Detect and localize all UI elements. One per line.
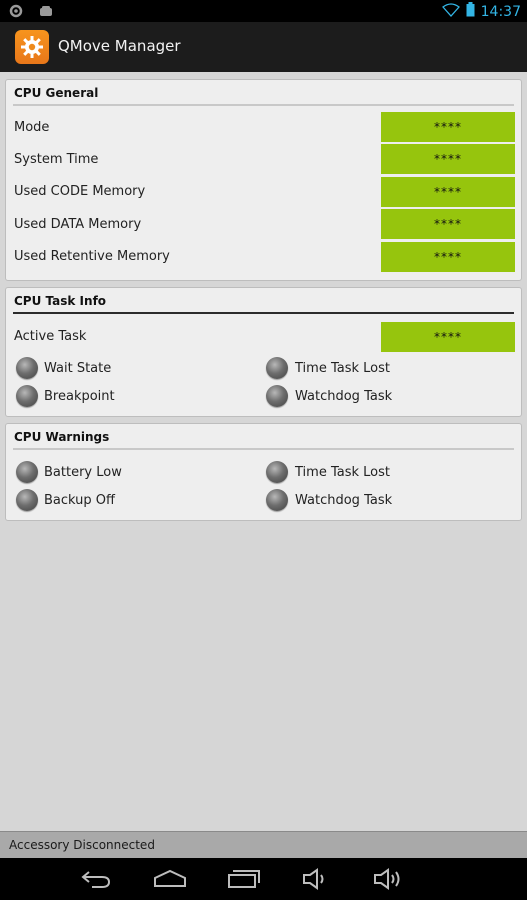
status-bar: 14:37 [0, 0, 527, 22]
active-task-label: Active Task [14, 329, 87, 344]
watchdog-task-label: Watchdog Task [295, 493, 393, 508]
time-task-lost-led-icon [266, 357, 288, 379]
battery-icon [466, 2, 475, 21]
app-title: QMove Manager [58, 37, 181, 55]
wifi-icon [441, 2, 460, 21]
cpu-general-panel: CPU General Mode **** System Time **** U… [5, 79, 522, 281]
wait-state-led-icon [16, 357, 38, 379]
mode-label: Mode [14, 120, 50, 135]
recent-apps-icon[interactable] [224, 866, 264, 892]
cpu-warnings-panel: CPU Warnings Battery Low Time Task Lost … [5, 423, 522, 521]
volume-down-icon[interactable] [296, 866, 336, 892]
home-icon[interactable] [150, 866, 190, 892]
action-bar: QMove Manager [0, 22, 527, 72]
navigation-bar [0, 858, 527, 900]
breakpoint-led-icon [16, 385, 38, 407]
cpu-task-info-panel: CPU Task Info Active Task **** Wait Stat… [5, 287, 522, 417]
settings-icon [8, 3, 24, 23]
active-task-value: **** [381, 322, 515, 352]
used-data-memory-value: **** [381, 209, 515, 239]
panel-title: CPU Task Info [14, 294, 107, 308]
used-data-memory-label: Used DATA Memory [14, 217, 142, 232]
breakpoint-label: Breakpoint [44, 389, 115, 404]
divider [13, 104, 514, 106]
panel-title: CPU General [14, 86, 99, 100]
divider [13, 312, 514, 314]
panel-title: CPU Warnings [14, 430, 110, 444]
backup-off-led-icon [16, 489, 38, 511]
wait-state-label: Wait State [44, 361, 112, 376]
back-icon[interactable] [76, 866, 116, 892]
divider [13, 448, 514, 450]
backup-off-label: Backup Off [44, 493, 115, 508]
mode-value: **** [381, 112, 515, 142]
system-time-value: **** [381, 144, 515, 174]
used-code-memory-value: **** [381, 177, 515, 207]
time-task-lost-label: Time Task Lost [295, 465, 390, 480]
watchdog-task-label: Watchdog Task [295, 389, 393, 404]
used-retentive-memory-value: **** [381, 242, 515, 272]
time-task-lost-led-icon [266, 461, 288, 483]
clock: 14:37 [480, 3, 521, 20]
used-retentive-memory-label: Used Retentive Memory [14, 249, 170, 264]
connection-status-bar: Accessory Disconnected [0, 831, 527, 858]
battery-low-led-icon [16, 461, 38, 483]
used-code-memory-label: Used CODE Memory [14, 184, 146, 199]
battery-low-label: Battery Low [44, 465, 122, 480]
system-time-label: System Time [14, 152, 99, 167]
watchdog-task-led-icon [266, 489, 288, 511]
gear-icon[interactable] [15, 30, 49, 64]
android-icon [38, 3, 54, 23]
volume-up-icon[interactable] [368, 866, 408, 892]
watchdog-task-led-icon [266, 385, 288, 407]
time-task-lost-label: Time Task Lost [295, 361, 390, 376]
connection-status-text: Accessory Disconnected [9, 838, 155, 852]
